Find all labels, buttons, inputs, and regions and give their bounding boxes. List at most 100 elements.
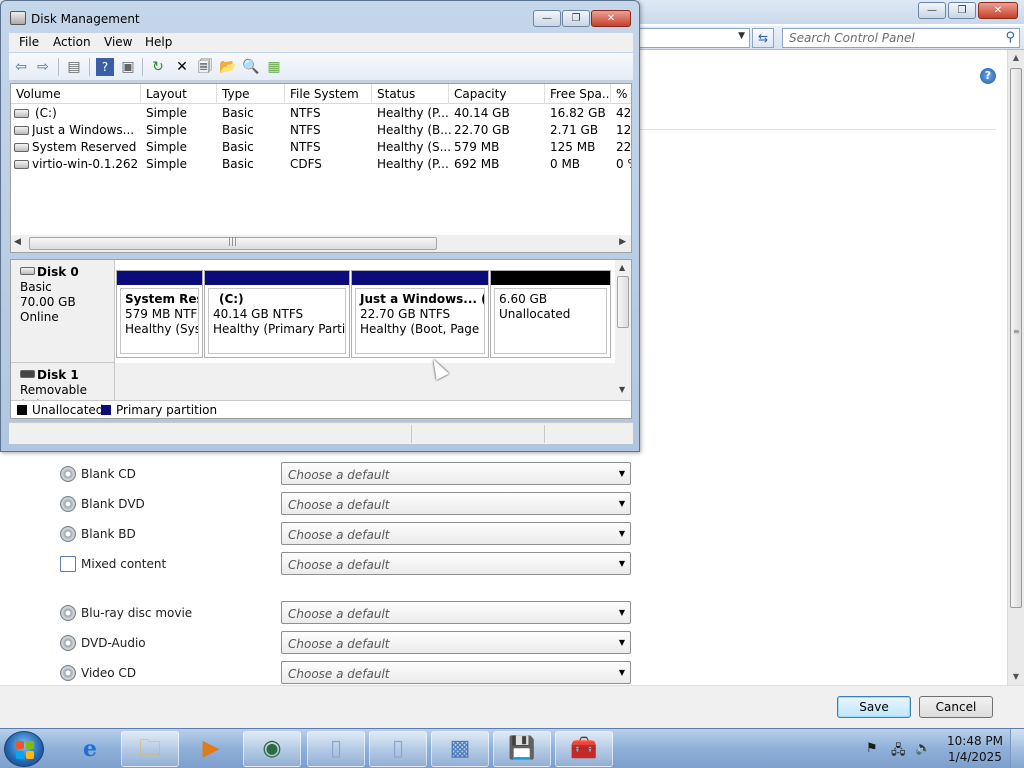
table-row[interactable]: virtio-win-0.1.262 ... Simple Basic CDFS… [11, 156, 631, 173]
help-icon[interactable]: ? [96, 58, 114, 76]
search-input[interactable]: Search Control Panel ⚲ [782, 28, 1020, 48]
show-hide-console-tree-icon[interactable]: ▤ [65, 58, 83, 76]
globe-app-icon[interactable]: ◉ [243, 731, 301, 767]
vertical-scrollbar[interactable]: ▲ ≡ ▼ [1007, 50, 1024, 685]
primary-partition-swatch [101, 405, 111, 415]
column-header-free-space[interactable]: Free Spa... [545, 84, 611, 104]
explorer-folder-icon[interactable]: 🗀 [121, 731, 179, 767]
chevron-down-icon: ▼ [618, 529, 625, 538]
video-cd-select[interactable]: Choose a default ▼ [281, 661, 631, 684]
column-header-status[interactable]: Status [372, 84, 449, 104]
scroll-up-arrow[interactable]: ▲ [619, 263, 625, 272]
chevron-down-icon: ▼ [618, 499, 625, 508]
properties-icon[interactable]: 🗐 [196, 58, 214, 76]
properties-panel-icon[interactable]: ▣ [119, 58, 137, 76]
column-header-percent-free[interactable]: % F [611, 84, 631, 104]
scroll-right-arrow[interactable]: ▶ [619, 237, 626, 247]
document-window-icon[interactable]: ▯ [307, 731, 365, 767]
horizontal-scrollbar[interactable]: ◀ ||| ▶ [11, 235, 631, 252]
media-player-icon[interactable]: ▶ [182, 731, 240, 767]
column-header-volume[interactable]: Volume [11, 84, 141, 104]
menu-action[interactable]: Action [53, 35, 91, 49]
dvd-audio-icon [60, 635, 76, 651]
blank-dvd-select[interactable]: Choose a default ▼ [281, 492, 631, 515]
partition-system-reserved[interactable]: System Rese 579 MB NTFS Healthy (Syste [116, 270, 203, 358]
chevron-down-icon: ▼ [618, 608, 625, 617]
chevron-down-icon: ▼ [618, 559, 625, 568]
clock-time[interactable]: 10:48 PM [946, 734, 1004, 748]
volume-icon[interactable]: 🔈 [915, 741, 931, 756]
media-row-dvd-audio: DVD-Audio Choose a default ▼ [60, 631, 635, 655]
control-panel-icon[interactable]: ▩ [431, 731, 489, 767]
address-dropdown-icon[interactable]: ▼ [738, 31, 745, 41]
cp-minimize-button[interactable]: — [918, 2, 946, 19]
cd-drive-icon [14, 160, 29, 169]
scroll-thumb[interactable] [617, 276, 629, 328]
column-header-layout[interactable]: Layout [141, 84, 217, 104]
toolbox-icon[interactable]: 🧰 [555, 731, 613, 767]
start-button[interactable] [4, 731, 44, 767]
media-label: Blank DVD [81, 497, 145, 511]
drive-icon [14, 126, 29, 135]
scroll-thumb[interactable]: ||| [29, 237, 437, 250]
disk-0-info[interactable]: Disk 0 Basic 70.00 GB Online [11, 260, 115, 363]
format-icon[interactable]: ▦ [265, 58, 283, 76]
table-row[interactable]: (C:) Simple Basic NTFS Healthy (P... 40.… [11, 105, 631, 122]
forward-icon[interactable]: ⇨ [34, 58, 52, 76]
show-desktop-button[interactable] [1010, 729, 1024, 768]
column-header-capacity[interactable]: Capacity [449, 84, 545, 104]
bluray-movie-select[interactable]: Choose a default ▼ [281, 601, 631, 624]
cp-close-button[interactable]: ✕ [978, 2, 1018, 19]
menu-file[interactable]: File [19, 35, 39, 49]
refresh-icon[interactable]: ⇆ [752, 28, 774, 48]
search-icon[interactable]: ⚲ [1005, 30, 1015, 45]
network-icon[interactable]: 🖧 [891, 741, 906, 763]
menu-view[interactable]: View [104, 35, 132, 49]
partition-c[interactable]: (C:) 40.14 GB NTFS Healthy (Primary Part… [204, 270, 350, 358]
back-icon[interactable]: ⇦ [12, 58, 30, 76]
column-header-type[interactable]: Type [217, 84, 285, 104]
minimize-button[interactable]: — [533, 10, 561, 27]
vertical-scrollbar[interactable]: ▲ ▼ [615, 260, 631, 400]
legend-primary-partition: Primary partition [116, 403, 218, 417]
explore-icon[interactable]: 🔍 [242, 58, 260, 76]
close-button[interactable]: ✕ [591, 10, 631, 27]
dvd-audio-select[interactable]: Choose a default ▼ [281, 631, 631, 654]
cd-icon [60, 466, 76, 482]
status-bar [9, 422, 633, 444]
internet-explorer-icon[interactable]: e [61, 731, 119, 767]
media-label: Video CD [81, 666, 137, 680]
partition-unallocated[interactable]: 6.60 GB Unallocated [490, 270, 611, 358]
cp-maximize-button[interactable]: ❐ [948, 2, 976, 19]
mixed-content-select[interactable]: Choose a default ▼ [281, 552, 631, 575]
taskbar: e 🗀 ▶ ◉ ▯ ▯ ▩ 💾 🧰 ⚑ 🖧 🔈 10:48 PM 1/4/202… [0, 728, 1024, 768]
blank-bd-select[interactable]: Choose a default ▼ [281, 522, 631, 545]
disk-1-info[interactable]: Disk 1 Removable (E:) [11, 363, 115, 412]
scroll-left-arrow[interactable]: ◀ [14, 237, 21, 247]
action-center-flag-icon[interactable]: ⚑ [866, 741, 878, 756]
disk-management-icon[interactable]: 💾 [493, 731, 551, 767]
help-icon[interactable]: ? [980, 68, 996, 84]
chevron-down-icon: ▼ [618, 638, 625, 647]
table-row[interactable]: Just a Windows... ( Simple Basic NTFS He… [11, 122, 631, 139]
scroll-thumb[interactable]: ≡ [1010, 68, 1022, 608]
partition-f[interactable]: Just a Windows... (F:) 22.70 GB NTFS Hea… [351, 270, 489, 358]
refresh-icon[interactable]: ↻ [149, 58, 167, 76]
scroll-down-arrow[interactable]: ▼ [1008, 669, 1024, 685]
video-cd-icon [60, 665, 76, 681]
menu-help[interactable]: Help [145, 35, 172, 49]
maximize-button[interactable]: ❐ [562, 10, 590, 27]
save-button[interactable]: Save [837, 696, 911, 718]
cancel-button[interactable]: Cancel [919, 696, 993, 718]
column-header-file-system[interactable]: File System [285, 84, 372, 104]
document-window-2-icon[interactable]: ▯ [369, 731, 427, 767]
scroll-up-arrow[interactable]: ▲ [1008, 50, 1024, 66]
table-row[interactable]: System Reserved Simple Basic NTFS Health… [11, 139, 631, 156]
disk-graphical-view: Disk 0 Basic 70.00 GB Online System Rese… [10, 259, 632, 419]
delete-icon[interactable]: ✕ [173, 58, 191, 76]
open-folder-icon[interactable]: 📂 [219, 58, 237, 76]
blank-cd-select[interactable]: Choose a default ▼ [281, 462, 631, 485]
scroll-down-arrow[interactable]: ▼ [619, 385, 625, 394]
clock-date[interactable]: 1/4/2025 [946, 750, 1004, 764]
divider [640, 129, 996, 130]
